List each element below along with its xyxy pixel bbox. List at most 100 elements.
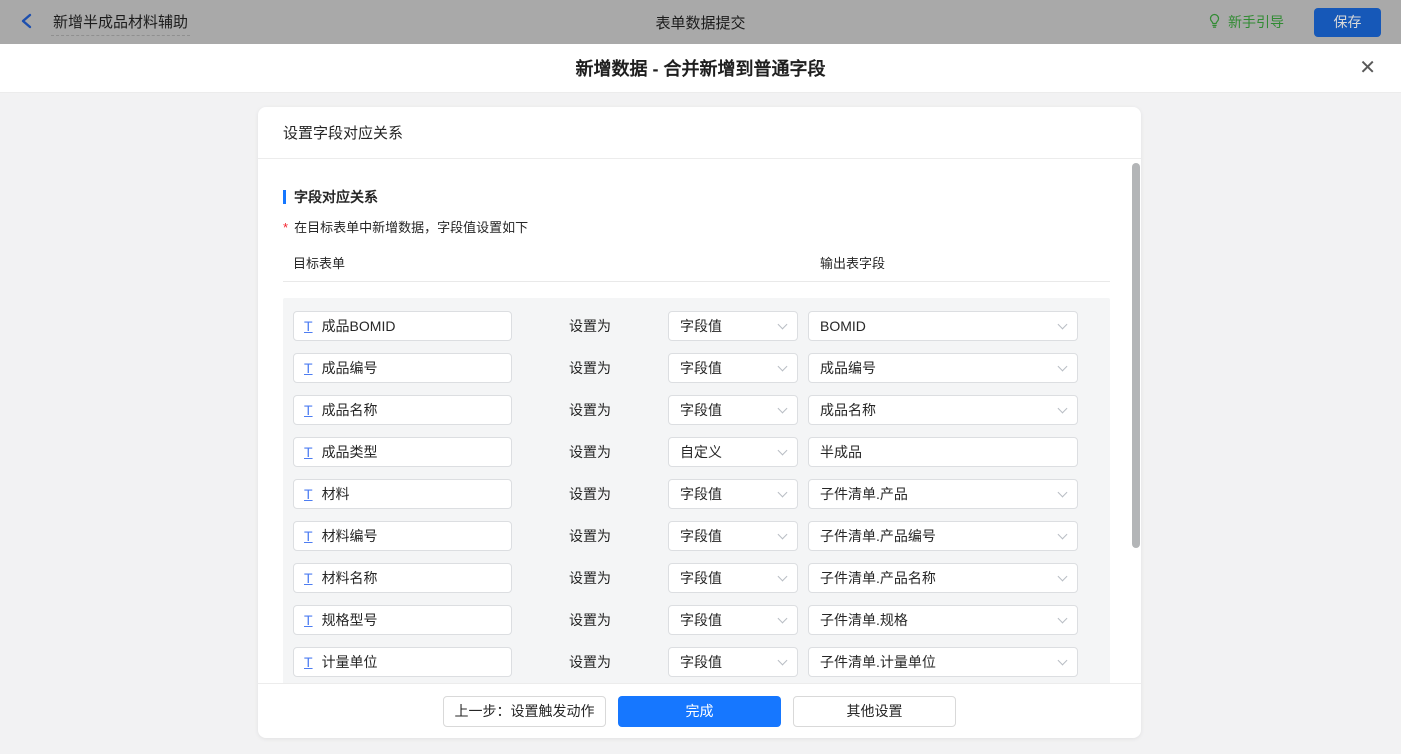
target-field-input[interactable]: T 材料 xyxy=(293,479,512,509)
save-button[interactable]: 保存 xyxy=(1314,7,1381,37)
mapping-row: T 材料编号 设置为 字段值 子件清单.产品编号 xyxy=(293,521,1110,551)
value-select[interactable]: 子件清单.计量单位 xyxy=(808,647,1078,677)
mapping-row: T 成品编号 设置为 字段值 成品编号 xyxy=(293,353,1110,383)
set-as-label: 设置为 xyxy=(569,360,611,376)
chevron-down-icon xyxy=(1057,319,1068,329)
chevron-down-icon xyxy=(1057,403,1068,413)
mode-select[interactable]: 字段值 xyxy=(668,311,798,341)
text-field-icon: T xyxy=(304,402,313,418)
text-field-icon: T xyxy=(304,444,313,460)
value-select[interactable]: 子件清单.产品 xyxy=(808,479,1078,509)
chevron-down-icon xyxy=(777,361,788,371)
target-field-label: 材料编号 xyxy=(321,528,378,544)
mode-select-value: 字段值 xyxy=(680,528,722,544)
finish-button[interactable]: 完成 xyxy=(618,695,781,727)
value-select[interactable]: 成品名称 xyxy=(808,395,1078,425)
target-field-input[interactable]: T 成品类型 xyxy=(293,437,512,467)
target-field-input[interactable]: T 成品名称 xyxy=(293,395,512,425)
chevron-down-icon xyxy=(777,445,788,455)
mode-select[interactable]: 字段值 xyxy=(668,605,798,635)
target-field-input[interactable]: T 规格型号 xyxy=(293,605,512,635)
dialog-title: 新增数据 - 合并新增到普通字段 xyxy=(575,59,826,79)
value-select[interactable]: 半成品 xyxy=(808,437,1078,467)
back-button[interactable] xyxy=(18,13,36,31)
target-field-input[interactable]: T 材料名称 xyxy=(293,563,512,593)
nav-right-group: 新手引导 保存 xyxy=(1207,0,1381,44)
chevron-down-icon xyxy=(1057,361,1068,371)
value-select-value: 子件清单.产品名称 xyxy=(820,570,936,586)
chevron-down-icon xyxy=(1057,529,1068,539)
value-select-value: 子件清单.产品 xyxy=(820,486,908,502)
mapping-row: T 成品类型 设置为 自定义 半成品 xyxy=(293,437,1110,467)
target-field-label: 材料 xyxy=(321,486,350,502)
required-note: * 在目标表单中新增数据，字段值设置如下 xyxy=(283,217,1110,236)
mode-select-value: 自定义 xyxy=(680,444,722,460)
set-as-label: 设置为 xyxy=(569,402,611,418)
chevron-down-icon xyxy=(777,529,788,539)
mode-select[interactable]: 字段值 xyxy=(668,479,798,509)
section-title: 字段对应关系 xyxy=(294,189,378,205)
set-as-label: 设置为 xyxy=(569,444,611,460)
nav-center-title: 表单数据提交 xyxy=(655,14,746,32)
value-select-value: 半成品 xyxy=(820,444,862,460)
value-select-value: 成品编号 xyxy=(820,360,876,376)
column-headers: 目标表单 输出表字段 xyxy=(283,253,1110,272)
other-settings-button[interactable]: 其他设置 xyxy=(793,695,956,727)
close-icon[interactable]: ✕ xyxy=(1359,58,1376,78)
chevron-down-icon xyxy=(777,319,788,329)
chevron-down-icon xyxy=(777,655,788,665)
chevron-down-icon xyxy=(1057,487,1068,497)
mode-select[interactable]: 自定义 xyxy=(668,437,798,467)
mode-select-value: 字段值 xyxy=(680,360,722,376)
beginner-guide-label: 新手引导 xyxy=(1228,14,1284,30)
value-select-value: BOMID xyxy=(820,318,866,334)
flow-title[interactable]: 新增半成品材料辅助 xyxy=(51,9,191,36)
required-marker: * xyxy=(283,220,289,235)
target-field-label: 成品名称 xyxy=(321,402,378,418)
previous-step-button[interactable]: 上一步：设置触发动作 xyxy=(443,695,606,727)
target-field-input[interactable]: T 材料编号 xyxy=(293,521,512,551)
target-field-label: 成品编号 xyxy=(321,360,378,376)
nav-left-group: 新增半成品材料辅助 xyxy=(18,0,191,44)
set-as-label: 设置为 xyxy=(569,654,611,670)
text-field-icon: T xyxy=(304,654,313,670)
text-field-icon: T xyxy=(304,486,313,502)
mapping-row: T 材料 设置为 字段值 子件清单.产品 xyxy=(293,479,1110,509)
value-select-value: 子件清单.计量单位 xyxy=(820,654,936,670)
value-select[interactable]: BOMID xyxy=(808,311,1078,341)
target-field-label: 计量单位 xyxy=(321,654,378,670)
mode-select[interactable]: 字段值 xyxy=(668,395,798,425)
mode-select[interactable]: 字段值 xyxy=(668,521,798,551)
mode-select-value: 字段值 xyxy=(680,570,722,586)
mode-select[interactable]: 字段值 xyxy=(668,353,798,383)
target-field-label: 材料名称 xyxy=(321,570,378,586)
beginner-guide-link[interactable]: 新手引导 xyxy=(1207,12,1284,32)
set-as-label: 设置为 xyxy=(569,570,611,586)
chevron-down-icon xyxy=(777,571,788,581)
target-field-input[interactable]: T 成品编号 xyxy=(293,353,512,383)
value-select[interactable]: 子件清单.规格 xyxy=(808,605,1078,635)
value-select[interactable]: 子件清单.产品编号 xyxy=(808,521,1078,551)
settings-card: 设置字段对应关系 字段对应关系 * 在目标表单中新增数据，字段值设置如下 目标表… xyxy=(258,107,1141,738)
mode-select[interactable]: 字段值 xyxy=(668,647,798,677)
set-as-label: 设置为 xyxy=(569,612,611,628)
mapping-row: T 材料名称 设置为 字段值 子件清单.产品名称 xyxy=(293,563,1110,593)
chevron-down-icon xyxy=(777,613,788,623)
text-field-icon: T xyxy=(304,318,313,334)
value-select[interactable]: 成品编号 xyxy=(808,353,1078,383)
value-select[interactable]: 子件清单.产品名称 xyxy=(808,563,1078,593)
chevron-left-icon xyxy=(20,13,34,32)
value-select-value: 子件清单.产品编号 xyxy=(820,528,936,544)
mode-select-value: 字段值 xyxy=(680,486,722,502)
mapping-row: T 计量单位 设置为 字段值 子件清单.计量单位 xyxy=(293,647,1110,677)
chevron-down-icon xyxy=(1057,571,1068,581)
scrollbar-thumb[interactable] xyxy=(1132,163,1140,548)
mode-select-value: 字段值 xyxy=(680,654,722,670)
mode-select[interactable]: 字段值 xyxy=(668,563,798,593)
text-field-icon: T xyxy=(304,528,313,544)
target-field-input[interactable]: T 成品BOMID xyxy=(293,311,512,341)
mode-select-value: 字段值 xyxy=(680,318,722,334)
target-field-input[interactable]: T 计量单位 xyxy=(293,647,512,677)
mode-select-value: 字段值 xyxy=(680,612,722,628)
value-select-value: 成品名称 xyxy=(820,402,876,418)
